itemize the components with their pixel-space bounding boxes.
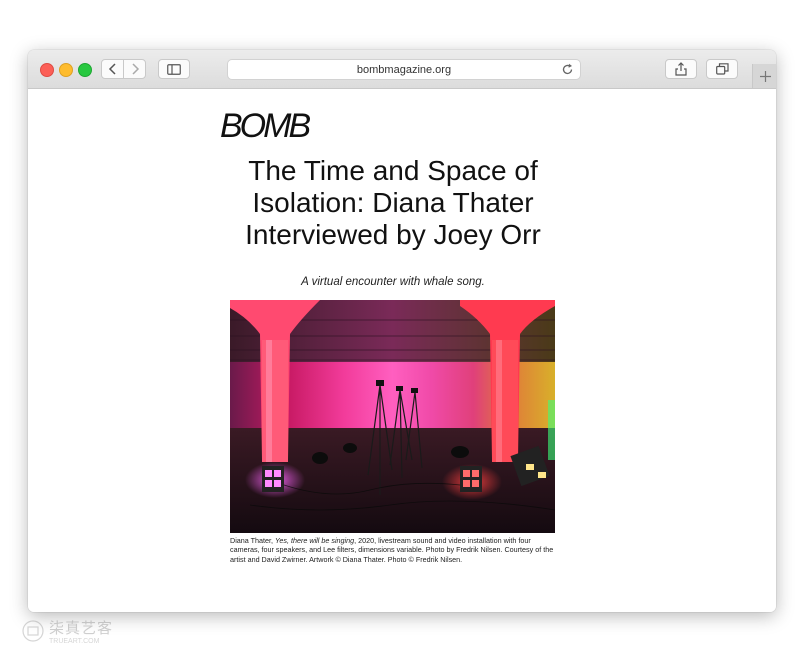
minimize-window-button[interactable] bbox=[59, 63, 73, 77]
sidebar-toggle-button[interactable] bbox=[158, 59, 190, 79]
caption-artist: Diana Thater, bbox=[230, 536, 276, 545]
watermark-subtext: TRUEART.COM bbox=[49, 638, 100, 645]
headline-line: The Time and Space of bbox=[248, 155, 538, 186]
watermark-logo-icon bbox=[22, 620, 44, 642]
headline-line: Interviewed by Joey Orr bbox=[245, 219, 541, 250]
article-photo bbox=[230, 300, 555, 533]
browser-toolbar: bombmagazine.org bbox=[28, 50, 776, 89]
caption-artwork-title: Yes, there will be singing bbox=[275, 536, 355, 545]
reload-icon bbox=[562, 63, 573, 75]
page-content: BOMB The Time and Space of Isolation: Di… bbox=[28, 89, 776, 612]
plus-icon bbox=[759, 70, 771, 82]
share-icon bbox=[675, 62, 687, 76]
chevron-right-icon bbox=[131, 63, 139, 75]
tabs-icon bbox=[715, 63, 729, 75]
show-tabs-button[interactable] bbox=[706, 59, 738, 79]
share-button[interactable] bbox=[665, 59, 697, 79]
reload-button[interactable] bbox=[561, 63, 574, 81]
browser-window: bombmagazine.org BOMB The Time and Space… bbox=[28, 50, 776, 612]
photo-caption: Diana Thater, Yes, there will be singing… bbox=[230, 536, 560, 564]
new-tab-button[interactable] bbox=[752, 64, 776, 88]
headline-line: Isolation: Diana Thater bbox=[252, 187, 534, 218]
article-subhead: A virtual encounter with whale song. bbox=[301, 276, 485, 288]
watermark-text: 柒真艺客 bbox=[49, 619, 114, 637]
forward-button[interactable] bbox=[123, 59, 146, 79]
zoom-window-button[interactable] bbox=[78, 63, 92, 77]
article-headline: The Time and Space of Isolation: Diana T… bbox=[178, 155, 608, 251]
watermark: 柒真艺客 TRUEART.COM bbox=[22, 617, 113, 645]
close-window-button[interactable] bbox=[40, 63, 54, 77]
chevron-left-icon bbox=[108, 63, 116, 75]
back-button[interactable] bbox=[101, 59, 124, 79]
site-logo[interactable]: BOMB bbox=[220, 107, 311, 146]
url-text: bombmagazine.org bbox=[356, 63, 452, 76]
address-bar[interactable]: bombmagazine.org bbox=[227, 59, 581, 80]
sidebar-icon bbox=[167, 63, 181, 75]
